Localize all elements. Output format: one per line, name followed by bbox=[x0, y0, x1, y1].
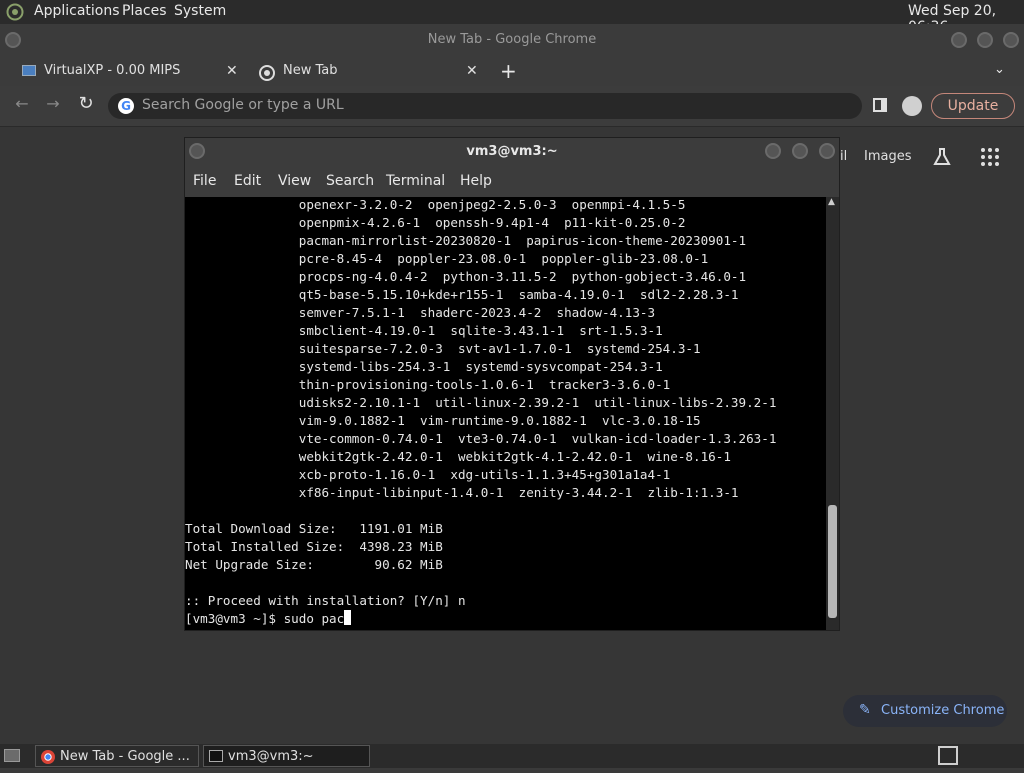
terminal-line: Total Installed Size: 4398.23 MiB bbox=[185, 539, 443, 554]
show-desktop-icon[interactable] bbox=[4, 749, 20, 762]
terminal-line: :: Proceed with installation? [Y/n] n bbox=[185, 593, 466, 608]
distro-logo-icon[interactable] bbox=[6, 3, 24, 21]
tab-label: New Tab bbox=[283, 63, 338, 78]
omnibox-placeholder: Search Google or type a URL bbox=[142, 97, 344, 113]
terminal-line: Total Download Size: 1191.01 MiB bbox=[185, 521, 443, 536]
tab-search-chevron-icon[interactable]: ⌄ bbox=[994, 62, 1005, 77]
task-chrome[interactable]: New Tab - Google ... bbox=[35, 745, 199, 767]
menu-places[interactable]: Places bbox=[122, 3, 167, 19]
terminal-line: procps-ng-4.0.4-2 python-3.11.5-2 python… bbox=[185, 269, 747, 284]
prompt-text: [vm3@vm3 ~]$ sudo pac bbox=[185, 611, 345, 626]
chrome-window-title: New Tab - Google Chrome bbox=[0, 24, 1024, 56]
bottom-panel: New Tab - Google ... vm3@vm3:~ bbox=[0, 744, 1024, 768]
tab-close-icon[interactable]: ✕ bbox=[226, 56, 238, 86]
tab-close-icon[interactable]: ✕ bbox=[466, 56, 478, 86]
task-terminal[interactable]: vm3@vm3:~ bbox=[203, 745, 370, 767]
back-arrow-icon[interactable]: ← bbox=[12, 94, 32, 113]
terminal-icon bbox=[209, 750, 223, 762]
terminal-menu-search[interactable]: Search bbox=[326, 173, 374, 189]
profile-avatar-icon[interactable] bbox=[902, 96, 922, 116]
chrome-close-button[interactable] bbox=[1003, 32, 1019, 48]
tab-label: VirtualXP - 0.00 MIPS bbox=[44, 63, 181, 78]
terminal-line: pacman-mirrorlist-20230820-1 papirus-ico… bbox=[185, 233, 747, 248]
tab-virtualxp[interactable]: VirtualXP - 0.00 MIPS ✕ bbox=[8, 56, 248, 86]
chrome-logo-icon bbox=[40, 749, 56, 765]
menu-applications[interactable]: Applications bbox=[34, 3, 120, 19]
terminal-title-bar[interactable]: vm3@vm3:~ bbox=[184, 138, 840, 166]
terminal-menubar: File Edit View Search Terminal Help bbox=[185, 168, 839, 196]
terminal-title: vm3@vm3:~ bbox=[466, 144, 558, 159]
chrome-logo-icon bbox=[259, 63, 275, 81]
gmail-link[interactable]: il bbox=[840, 149, 847, 164]
terminal-line: pcre-8.45-4 poppler-23.08.0-1 poppler-gl… bbox=[185, 251, 709, 266]
workspace-switcher[interactable] bbox=[938, 746, 958, 765]
side-panel-icon[interactable] bbox=[873, 98, 887, 112]
customize-chrome-button[interactable]: ✎ Customize Chrome bbox=[843, 695, 1007, 727]
terminal-maximize-button[interactable] bbox=[792, 143, 808, 159]
customize-label: Customize Chrome bbox=[881, 703, 1005, 718]
terminal-scroll-thumb[interactable] bbox=[828, 505, 837, 618]
terminal-line: vte-common-0.74.0-1 vte3-0.74.0-1 vulkan… bbox=[185, 431, 777, 446]
terminal-menu-view[interactable]: View bbox=[278, 173, 311, 189]
google-g-icon: G bbox=[118, 98, 134, 114]
pencil-icon: ✎ bbox=[859, 702, 871, 718]
terminal-output: openexr-3.2.0-2 openjpeg2-2.5.0-3 openmp… bbox=[185, 197, 776, 628]
images-link[interactable]: Images bbox=[864, 149, 912, 164]
terminal-line: smbclient-4.19.0-1 sqlite-3.43.1-1 srt-1… bbox=[185, 323, 663, 338]
omnibox[interactable]: G Search Google or type a URL bbox=[108, 93, 862, 119]
tab-new-tab[interactable]: New Tab ✕ bbox=[250, 56, 490, 86]
terminal-line: udisks2-2.10.1-1 util-linux-2.39.2-1 uti… bbox=[185, 395, 777, 410]
terminal-line: systemd-libs-254.3-1 systemd-sysvcompat-… bbox=[185, 359, 663, 374]
chrome-minimize-button[interactable] bbox=[951, 32, 967, 48]
terminal-close-button[interactable] bbox=[819, 143, 835, 159]
update-label: Update bbox=[947, 98, 999, 114]
terminal-line: vim-9.0.1882-1 vim-runtime-9.0.1882-1 vl… bbox=[185, 413, 701, 428]
terminal-menu-help[interactable]: Help bbox=[460, 173, 492, 189]
forward-arrow-icon[interactable]: → bbox=[43, 94, 63, 113]
task-label: New Tab - Google ... bbox=[60, 749, 190, 764]
terminal-line: semver-7.5.1-1 shaderc-2023.4-2 shadow-4… bbox=[185, 305, 656, 320]
labs-flask-icon[interactable] bbox=[931, 146, 953, 168]
update-button[interactable]: Update bbox=[931, 93, 1015, 119]
chrome-maximize-button[interactable] bbox=[977, 32, 993, 48]
monitor-icon bbox=[22, 65, 36, 76]
text-cursor bbox=[344, 610, 352, 625]
terminal-menu-terminal[interactable]: Terminal bbox=[386, 173, 445, 189]
terminal-line: xf86-input-libinput-1.4.0-1 zenity-3.44.… bbox=[185, 485, 739, 500]
terminal-line: suitesparse-7.2.0-3 svt-av1-1.7.0-1 syst… bbox=[185, 341, 701, 356]
terminal-line: openexr-3.2.0-2 openjpeg2-2.5.0-3 openmp… bbox=[185, 197, 686, 212]
terminal-prompt-line: [vm3@vm3 ~]$ sudo pac bbox=[185, 610, 776, 628]
reload-icon[interactable]: ↻ bbox=[76, 93, 96, 114]
task-label: vm3@vm3:~ bbox=[228, 749, 314, 764]
top-panel: Applications Places System Wed Sep 20, 0… bbox=[0, 0, 1024, 35]
terminal-line: Net Upgrade Size: 90.62 MiB bbox=[185, 557, 443, 572]
terminal-line: thin-provisioning-tools-1.0.6-1 tracker3… bbox=[185, 377, 671, 392]
apps-grid-icon[interactable] bbox=[980, 147, 1000, 167]
new-tab-plus-icon[interactable]: + bbox=[500, 59, 517, 83]
terminal-menu-edit[interactable]: Edit bbox=[234, 173, 261, 189]
terminal-menu-file[interactable]: File bbox=[193, 173, 216, 189]
scroll-up-arrow-icon[interactable]: ▲ bbox=[828, 197, 835, 207]
terminal-line: webkit2gtk-2.42.0-1 webkit2gtk-4.1-2.42.… bbox=[185, 449, 731, 464]
terminal-line: openpmix-4.2.6-1 openssh-9.4p1-4 p11-kit… bbox=[185, 215, 686, 230]
terminal-line: qt5-base-5.15.10+kde+r155-1 samba-4.19.0… bbox=[185, 287, 739, 302]
chrome-menu-dot[interactable] bbox=[5, 32, 21, 48]
terminal-menu-dot[interactable] bbox=[189, 143, 205, 159]
terminal-line: xcb-proto-1.16.0-1 xdg-utils-1.1.3+45+g3… bbox=[185, 467, 671, 482]
terminal-minimize-button[interactable] bbox=[765, 143, 781, 159]
menu-system[interactable]: System bbox=[174, 3, 226, 19]
terminal-screen[interactable]: openexr-3.2.0-2 openjpeg2-2.5.0-3 openmp… bbox=[185, 197, 826, 630]
window-title-text: New Tab - Google Chrome bbox=[427, 32, 597, 47]
tab-strip: VirtualXP - 0.00 MIPS ✕ New Tab ✕ + ⌄ bbox=[0, 56, 1024, 86]
